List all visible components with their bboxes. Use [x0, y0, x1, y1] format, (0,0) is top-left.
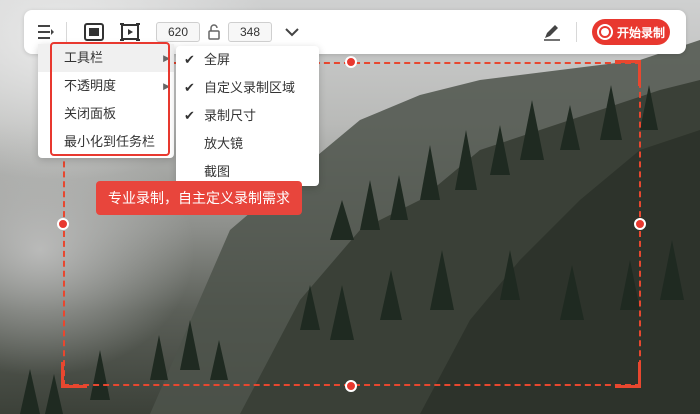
menu-item-toolbar[interactable]: 工具栏 ▶ [38, 44, 174, 72]
checkmark-icon: ✔ [184, 80, 195, 95]
submenu-arrow-icon: ▶ [163, 53, 170, 63]
submenu-item-label: 放大镜 [204, 136, 244, 151]
submenu-item-label: 录制尺寸 [204, 108, 257, 123]
resize-handle-left[interactable] [57, 218, 69, 230]
menu-item-label: 工具栏 [64, 50, 104, 65]
lock-icon[interactable] [202, 20, 226, 44]
feature-tooltip: 专业录制，自主定义录制需求 [96, 181, 302, 215]
submenu-item-record-size[interactable]: ✔ 录制尺寸 [176, 102, 319, 130]
width-input[interactable]: 620 [156, 22, 200, 42]
record-icon [597, 24, 613, 40]
checkmark-icon: ✔ [184, 108, 195, 123]
submenu-item-label: 自定义录制区域 [204, 80, 296, 95]
submenu-item-fullscreen[interactable]: ✔ 全屏 [176, 46, 319, 74]
chevron-down-icon[interactable] [280, 20, 304, 44]
menu-item-close-panel[interactable]: 关闭面板 [38, 100, 174, 128]
video-region-icon[interactable] [118, 20, 142, 44]
resize-handle-right[interactable] [634, 218, 646, 230]
height-input[interactable]: 348 [228, 22, 272, 42]
menu-list-icon[interactable] [34, 20, 58, 44]
menu-item-label: 不透明度 [64, 78, 117, 93]
submenu-item-label: 截图 [204, 164, 231, 179]
settings-menu: 工具栏 ▶ 不透明度 ▶ 关闭面板 最小化到任务栏 [38, 44, 174, 158]
submenu-item-custom-region[interactable]: ✔ 自定义录制区域 [176, 74, 319, 102]
toolbar-submenu: ✔ 全屏 ✔ 自定义录制区域 ✔ 录制尺寸 放大镜 截图 [176, 46, 319, 186]
resize-handle-bottom[interactable] [345, 380, 357, 392]
submenu-arrow-icon: ▶ [163, 81, 170, 91]
menu-item-minimize-to-taskbar[interactable]: 最小化到任务栏 [38, 128, 174, 156]
start-recording-label: 开始录制 [617, 25, 666, 40]
submenu-item-magnifier[interactable]: 放大镜 [176, 130, 319, 158]
checkmark-icon: ✔ [184, 52, 195, 67]
resize-handle-top[interactable] [345, 56, 357, 68]
menu-item-label: 最小化到任务栏 [64, 134, 156, 149]
menu-item-label: 关闭面板 [64, 106, 117, 121]
toolbar-separator [576, 22, 577, 42]
submenu-item-label: 全屏 [204, 52, 231, 67]
fullscreen-icon[interactable] [82, 20, 106, 44]
toolbar-separator [66, 22, 67, 42]
start-recording-button[interactable]: 开始录制 [592, 19, 670, 45]
pen-icon[interactable] [540, 20, 564, 44]
menu-item-opacity[interactable]: 不透明度 ▶ [38, 72, 174, 100]
